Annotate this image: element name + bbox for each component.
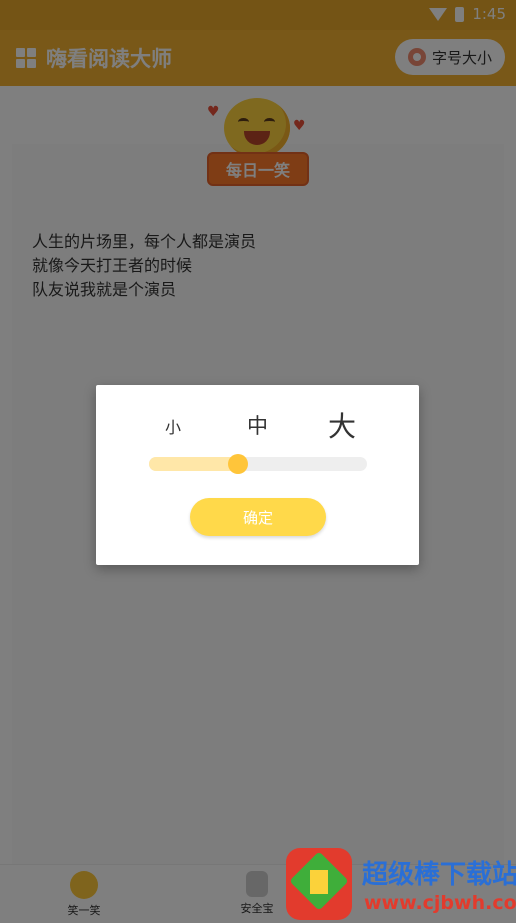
watermark-url: www.cjbwh.com [364,892,516,914]
size-option-large[interactable]: 大 [328,405,356,445]
confirm-button[interactable]: 确定 [190,498,326,536]
download-site-logo-icon [286,848,352,920]
font-size-slider[interactable] [149,454,367,474]
size-option-small[interactable]: 小 [165,414,181,438]
watermark-name: 超级棒下载站 [362,860,516,890]
font-size-dialog: 小 中 大 确定 [96,385,419,565]
size-option-medium[interactable]: 中 [247,410,268,440]
slider-handle[interactable] [228,454,248,474]
slider-fill [149,457,238,471]
watermark: 超级棒下载站 www.cjbwh.com [286,848,516,920]
